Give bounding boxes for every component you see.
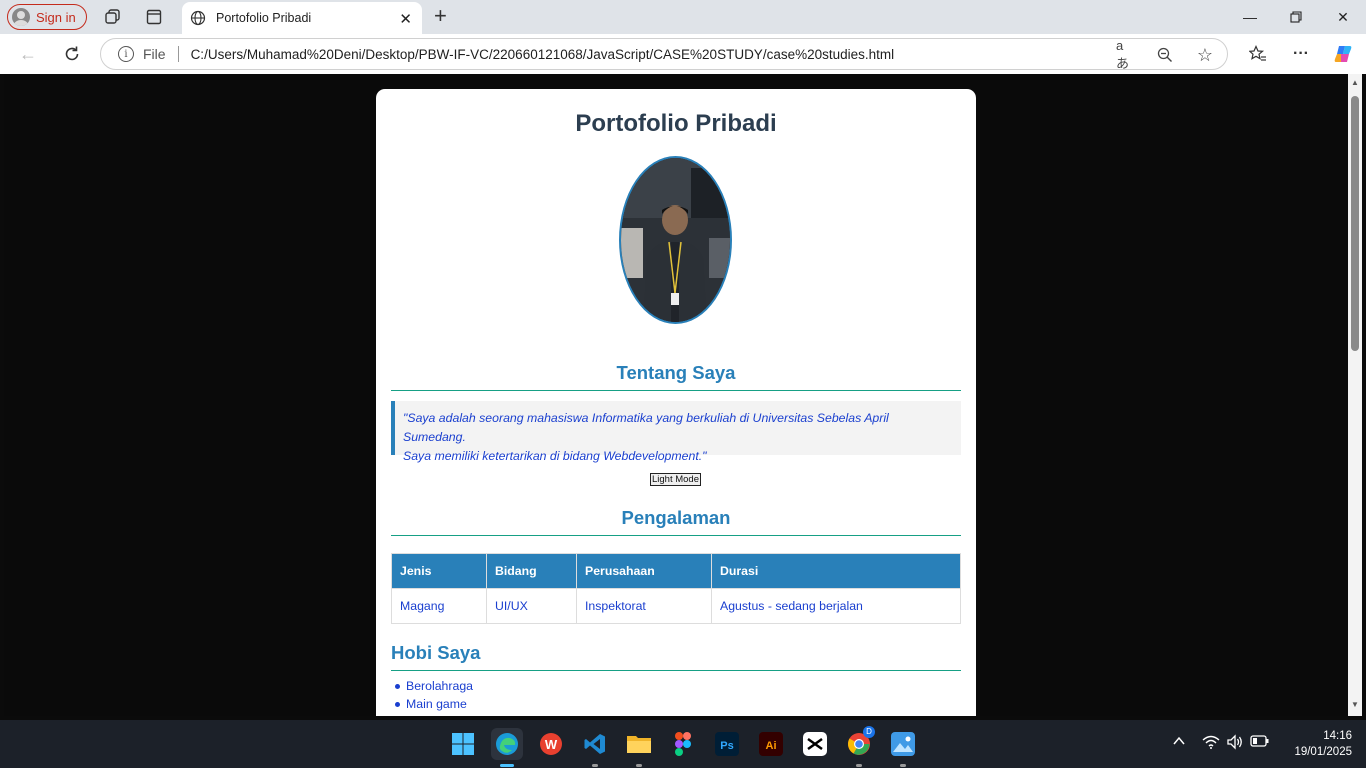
taskbar: W Ps Ai D 14:16 19/01/2025 [0,720,1366,768]
table-cell: UI/UX [486,588,577,624]
close-tab-icon[interactable]: ✕ [399,10,412,28]
minimize-icon[interactable]: — [1239,6,1261,28]
hobbies-list: Berolahraga Main game [395,679,473,715]
tab-title: Portofolio Pribadi [216,11,312,25]
svg-text:W: W [545,737,558,752]
list-item: Main game [395,697,473,711]
photoshop-icon[interactable]: Ps [711,728,743,760]
column-header: Perusahaan [576,553,712,589]
address-bar[interactable]: i File C:/Users/Muhamad%20Deni/Desktop/P… [100,38,1228,71]
experience-table: Jenis Bidang Perusahaan Durasi Magang UI… [391,553,961,624]
refresh-icon[interactable] [61,43,83,65]
profile-photo [619,156,732,324]
about-quote: "Saya adalah seorang mahasiswa Informati… [391,401,961,463]
svg-text:Ai: Ai [766,740,777,752]
site-info-icon[interactable]: i [118,46,134,62]
figma-icon[interactable] [667,728,699,760]
new-tab-icon[interactable]: + [434,5,447,27]
start-icon[interactable] [447,728,479,760]
portfolio-card: Portofolio Pribadi Tentang Saya "Saya ad… [376,89,976,716]
profile-avatar-icon [12,8,30,26]
more-options-icon[interactable]: ··· [1290,43,1312,65]
volume-icon[interactable] [1226,734,1244,753]
scroll-down-arrow-icon[interactable]: ▼ [1350,700,1360,710]
sign-in-button[interactable]: Sign in [7,4,87,30]
show-hidden-icons-icon[interactable] [1172,734,1186,751]
column-header: Bidang [486,553,577,589]
favorites-icon[interactable] [1247,43,1269,65]
system-clock[interactable]: 14:16 19/01/2025 [1280,728,1352,760]
svg-text:Ps: Ps [720,740,733,752]
file-explorer-icon[interactable] [623,728,655,767]
table-header-row: Jenis Bidang Perusahaan Durasi [391,553,961,589]
scroll-up-arrow-icon[interactable]: ▲ [1350,78,1360,88]
page-title: Portofolio Pribadi [575,110,777,137]
favorite-star-icon[interactable]: ☆ [1196,45,1214,65]
sign-in-label: Sign in [36,9,76,25]
active-tab[interactable]: Portofolio Pribadi ✕ [182,2,422,34]
column-header: Durasi [711,553,961,589]
back-icon[interactable]: ← [17,43,39,65]
wifi-icon[interactable] [1202,734,1220,753]
url-text[interactable]: C:/Users/Muhamad%20Deni/Desktop/PBW-IF-V… [191,47,895,62]
browser-toolbar: ← i File C:/Users/Muhamad%20Deni/Desktop… [0,34,1366,74]
about-quote-line-2: Saya memiliki ketertarikan di bidang Web… [403,449,707,463]
about-quote-line-1: "Saya adalah seorang mahasiswa Informati… [403,411,889,444]
chrome-icon[interactable]: D [843,726,875,767]
illustrator-icon[interactable]: Ai [755,728,787,760]
vscode-icon[interactable] [579,728,611,767]
tab-actions-icon[interactable] [144,7,164,27]
table-cell: Magang [391,588,487,624]
scrollbar-thumb[interactable] [1351,96,1359,351]
workspaces-icon[interactable] [103,7,123,27]
battery-icon[interactable] [1250,734,1270,751]
table-cell: Inspektorat [576,588,712,624]
copilot-icon[interactable] [1332,43,1354,65]
edge-icon[interactable] [491,728,523,767]
globe-icon [190,10,206,26]
vertical-scrollbar[interactable]: ▲ ▼ [1348,74,1362,716]
browser-titlebar: Sign in Portofolio Pribadi ✕ + — ✕ [0,0,1366,34]
hobbies-heading: Hobi Saya [391,642,961,671]
column-header: Jenis [391,553,487,589]
restore-icon[interactable] [1285,6,1307,28]
light-mode-button[interactable]: Light Mode [650,473,701,486]
capcut-icon[interactable] [799,728,831,760]
clock-time: 14:16 [1323,730,1352,742]
url-scheme-label: File [143,46,166,62]
photos-icon[interactable] [887,728,919,767]
close-window-icon[interactable]: ✕ [1332,6,1354,28]
clock-date: 19/01/2025 [1294,746,1352,758]
wps-icon[interactable]: W [535,728,567,760]
about-heading: Tentang Saya [391,362,961,391]
table-row: Magang UI/UX Inspektorat Agustus - sedan… [391,588,961,624]
zoom-out-icon[interactable] [1156,46,1174,64]
experience-heading: Pengalaman [391,507,961,536]
read-aloud-translate-icon[interactable]: aあ [1116,38,1134,71]
url-separator [177,46,179,62]
table-cell: Agustus - sedang berjalan [711,588,961,624]
page-viewport[interactable]: Portofolio Pribadi Tentang Saya "Saya ad… [4,74,1348,716]
list-item: Berolahraga [395,679,473,693]
